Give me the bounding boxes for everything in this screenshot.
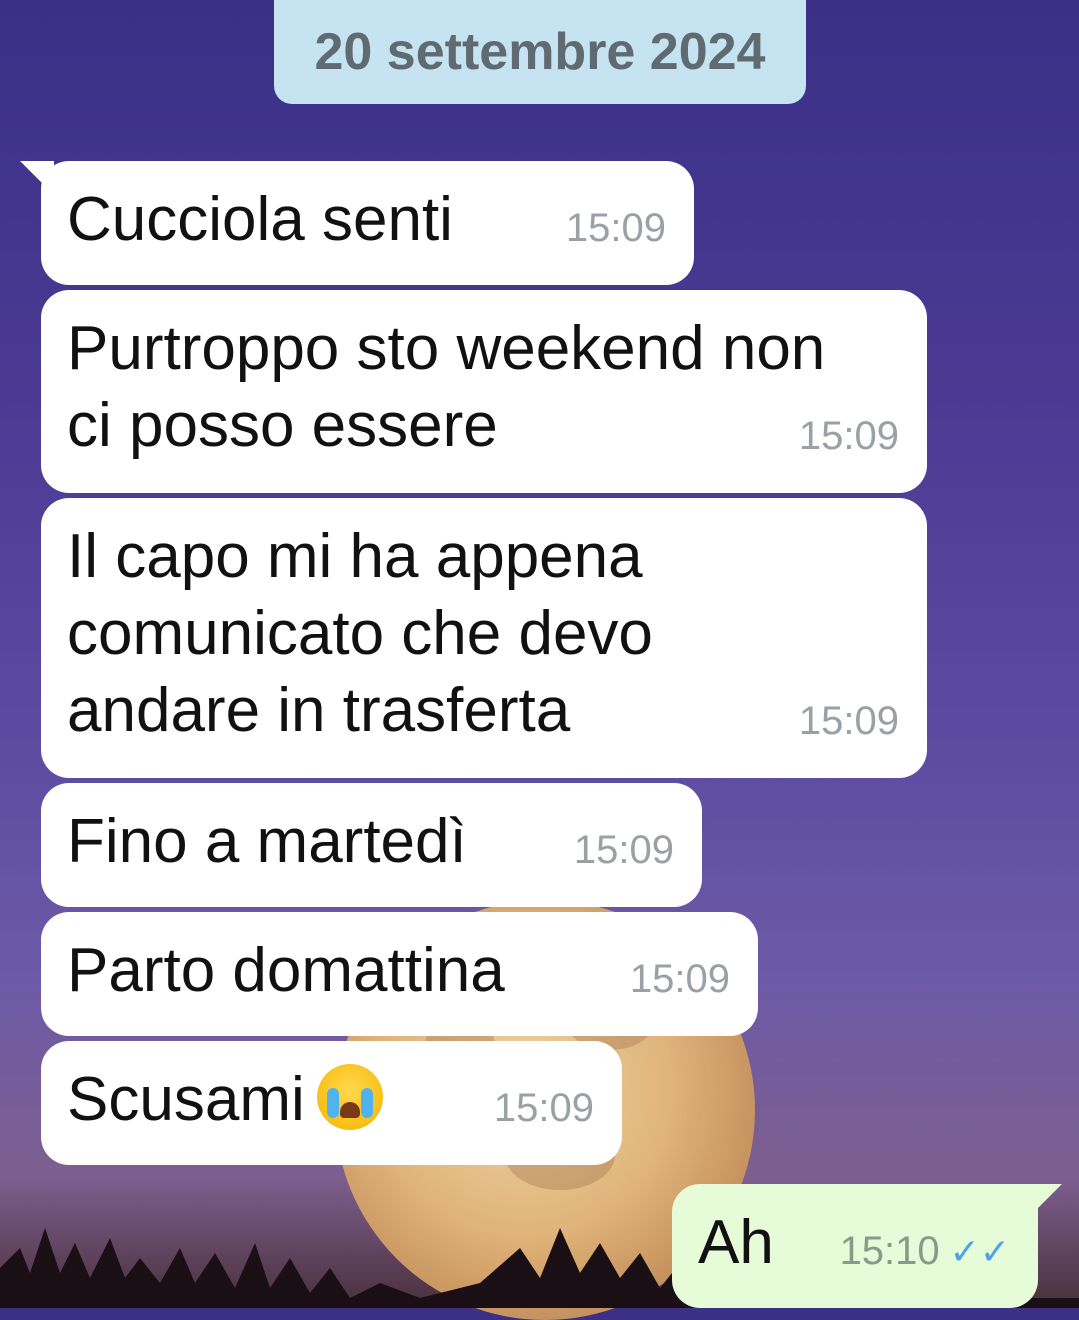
message-time: 15:09: [798, 699, 899, 743]
incoming-message-bubble[interactable]: Purtroppo sto weekend non ci posso esser…: [41, 290, 927, 493]
message-text: Purtroppo sto weekend non ci posso esser…: [67, 314, 826, 460]
double-check-read-icon: ✓✓: [949, 1231, 1010, 1272]
message-text: Il capo mi ha appena comunicato che devo…: [67, 522, 653, 745]
outgoing-message-bubble[interactable]: Ah 15:10 ✓✓: [672, 1184, 1038, 1308]
incoming-message-bubble[interactable]: Cucciola senti 15:09: [41, 161, 694, 285]
incoming-message-bubble[interactable]: Il capo mi ha appena comunicato che devo…: [41, 498, 927, 778]
incoming-message-bubble[interactable]: Fino a martedì 15:09: [41, 783, 702, 907]
message-time: 15:10: [839, 1229, 940, 1273]
message-text-content: Scusami: [67, 1065, 305, 1134]
message-meta: 15:10 ✓✓: [840, 1213, 1010, 1290]
message-time: 15:09: [565, 206, 666, 250]
loudly-crying-face-emoji-icon: [316, 1064, 383, 1130]
message-time: 15:09: [573, 828, 674, 872]
message-time: 15:09: [629, 957, 730, 1001]
incoming-message-bubble[interactable]: Scusami 15:09: [41, 1041, 622, 1165]
date-separator: 20 settembre 2024: [274, 0, 806, 104]
incoming-message-bubble[interactable]: Parto domattina 15:09: [41, 912, 758, 1036]
message-time: 15:09: [798, 414, 899, 458]
message-time: 15:09: [493, 1086, 594, 1130]
